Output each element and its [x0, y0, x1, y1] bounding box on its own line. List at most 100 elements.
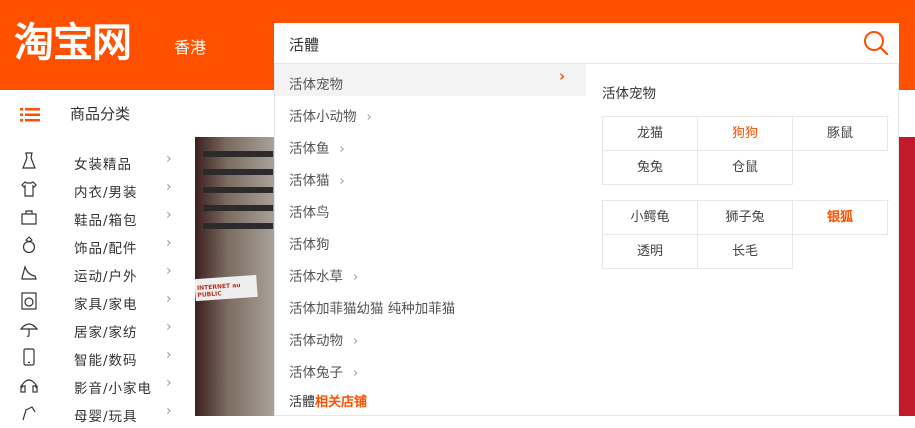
banner-stripe [203, 223, 273, 229]
suggestion-item[interactable]: 活体鱼 › [275, 128, 586, 160]
tag-cell[interactable]: 银狐 [793, 201, 888, 235]
chevron-right-icon: › [353, 270, 359, 285]
category-label: 智能/数码 [74, 353, 138, 369]
headphones-icon [20, 379, 38, 393]
chevron-right-icon: › [166, 319, 172, 335]
ring-icon [22, 236, 36, 254]
search-icon[interactable] [862, 29, 890, 57]
toy-icon [22, 406, 36, 421]
umbrella-icon [20, 323, 38, 337]
washer-icon [21, 292, 37, 310]
side-banner-strip [899, 137, 915, 416]
chevron-right-icon: › [166, 263, 172, 279]
chevron-right-icon: › [166, 291, 172, 307]
suggestion-item[interactable]: 活体宠物 › [275, 64, 586, 96]
suggestion-item[interactable]: 活体水草 › [275, 256, 586, 288]
suggestion-label: 活体鱼 [289, 141, 330, 157]
chevron-right-icon: › [366, 110, 372, 125]
list-icon[interactable] [20, 108, 40, 122]
promo-banner-image[interactable]: INTERNET au PUBLIC [195, 137, 275, 416]
category-item[interactable]: 居家/家纺 › [0, 316, 195, 344]
category-item[interactable]: 运动/户外 › [0, 260, 195, 288]
category-item[interactable]: 内衣/男装 › [0, 176, 195, 204]
category-label: 运动/户外 [74, 269, 138, 285]
suggestion-label: 活体鸟 [289, 205, 330, 221]
banner-stripe [203, 187, 273, 193]
suggestion-item[interactable]: 活体动物 › [275, 320, 586, 352]
suggestion-label: 活体水草 [289, 269, 343, 285]
chevron-right-icon: › [166, 179, 172, 195]
tag-cell[interactable]: 狗狗 [698, 117, 793, 151]
tag-cell[interactable]: 透明 [603, 235, 698, 269]
category-label: 鞋品/箱包 [74, 213, 138, 229]
search-suggestion-dropdown: 活体宠物 › 活体小动物 › 活体鱼 › 活体猫 › 活体鸟 活体狗 活体水草 › 活体加… [274, 63, 899, 416]
region-label: 香港 [174, 38, 207, 57]
category-label: 居家/家纺 [74, 325, 138, 341]
suggestion-item[interactable]: 活体猫 › [275, 160, 586, 192]
tag-cell[interactable]: 仓鼠 [698, 151, 793, 185]
chevron-right-icon: › [339, 142, 345, 157]
tag-cell[interactable]: 豚鼠 [793, 117, 888, 151]
category-item[interactable]: 母婴/玩具 › [0, 400, 195, 428]
tag-cell[interactable]: 龙猫 [603, 117, 698, 151]
category-list: 女装精品 › 内衣/男装 › 鞋品/箱包 › 饰品/配件 › 运动/户外 › 家… [0, 148, 195, 428]
suggestion-list: 活体宠物 › 活体小动物 › 活体鱼 › 活体猫 › 活体鸟 活体狗 活体水草 › 活体加… [275, 64, 586, 384]
category-item[interactable]: 智能/数码 › [0, 344, 195, 372]
tag-cell[interactable]: 长毛 [698, 235, 793, 269]
banner-sign: INTERNET au PUBLIC [195, 274, 258, 302]
suggestion-item[interactable]: 活体兔子 › [275, 352, 586, 384]
category-label: 家具/家电 [74, 297, 138, 313]
banner-stripe [203, 205, 273, 211]
chevron-right-icon: › [559, 67, 566, 85]
suggestion-item[interactable]: 活体鸟 [275, 192, 586, 224]
suggestion-item[interactable]: 活体狗 [275, 224, 586, 256]
chevron-right-icon: › [166, 347, 172, 363]
shop-link-suffix: 相关店铺 [315, 395, 368, 410]
category-item[interactable]: 饰品/配件 › [0, 232, 195, 260]
category-item[interactable]: 家具/家电 › [0, 288, 195, 316]
category-label: 内衣/男装 [74, 185, 138, 201]
suggestion-label: 活体兔子 [289, 365, 343, 381]
chevron-right-icon: › [166, 151, 172, 167]
dress-icon [22, 152, 36, 169]
phone-icon [23, 348, 35, 366]
related-shops-link[interactable]: 活體相关店铺 [289, 391, 367, 410]
search-box[interactable]: 活體 [274, 23, 899, 63]
chevron-right-icon: › [353, 334, 359, 349]
banner-stripe [203, 151, 273, 157]
banner-stripe [203, 169, 273, 175]
category-label: 影音/小家电 [74, 381, 153, 397]
category-item[interactable]: 影音/小家电 › [0, 372, 195, 400]
category-label: 饰品/配件 [74, 241, 138, 257]
taobao-logo[interactable]: 淘宝网 [14, 18, 132, 68]
suggestion-item[interactable]: 活体加菲猫幼猫 纯种加菲猫 [275, 288, 586, 320]
category-item[interactable]: 女装精品 › [0, 148, 195, 176]
chevron-right-icon: › [166, 375, 172, 391]
bag-icon [21, 210, 37, 225]
category-title: 商品分类 [70, 105, 131, 123]
category-label: 母婴/玩具 [74, 409, 138, 425]
suggestion-label: 活体猫 [289, 173, 330, 189]
suggestion-label: 活体小动物 [289, 109, 357, 125]
chevron-right-icon: › [166, 207, 172, 223]
suggestion-label: 活体加菲猫幼猫 纯种加菲猫 [289, 301, 456, 317]
tag-grid-1: 龙猫 狗狗 豚鼠 兔兔 仓鼠 [602, 116, 889, 185]
search-input[interactable]: 活體 [289, 34, 319, 55]
tag-cell[interactable]: 兔兔 [603, 151, 698, 185]
category-item[interactable]: 鞋品/箱包 › [0, 204, 195, 232]
chevron-right-icon: › [353, 366, 359, 381]
suggestion-label: 活体狗 [289, 237, 330, 253]
tag-cell[interactable]: 狮子兔 [698, 201, 793, 235]
category-label: 女装精品 [74, 157, 132, 173]
suggestion-label: 活体动物 [289, 333, 343, 349]
chevron-right-icon: › [339, 174, 345, 189]
heel-icon [21, 265, 37, 280]
tag-cell[interactable]: 小鳄龟 [603, 201, 698, 235]
tag-grid-2: 小鳄龟 狮子兔 银狐 透明 长毛 [602, 200, 889, 269]
suggestion-item[interactable]: 活体小动物 › [275, 96, 586, 128]
sub-panel-title: 活体宠物 [602, 86, 656, 102]
suggestion-label: 活体宠物 [289, 77, 343, 93]
chevron-right-icon: › [166, 235, 172, 251]
shirt-icon [21, 181, 37, 197]
chevron-right-icon: › [166, 403, 172, 419]
